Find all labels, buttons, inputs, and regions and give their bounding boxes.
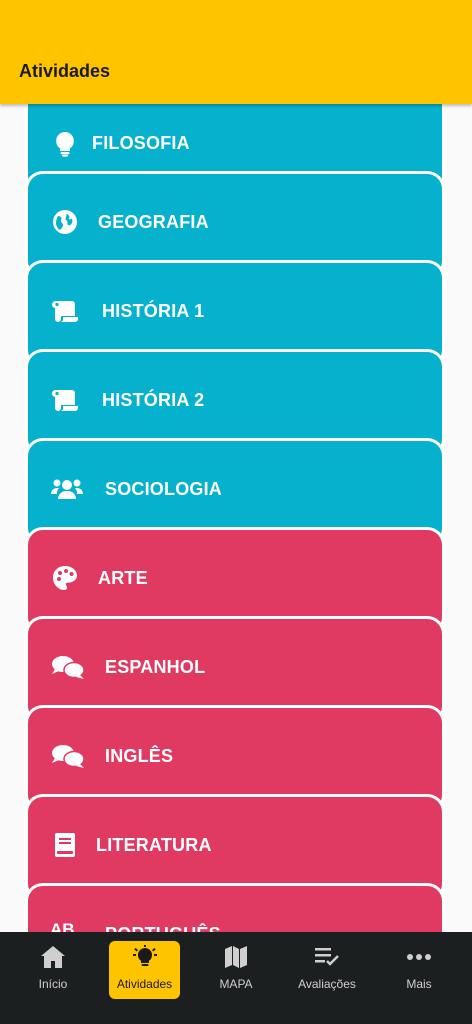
nav-label: MAPA [219, 977, 253, 991]
comments-icon [50, 741, 86, 771]
more-icon [406, 943, 432, 971]
ab-icon-text: AB [50, 920, 75, 932]
app-header: Atividades [0, 0, 472, 104]
subject-list[interactable]: FILOSOFIA GEOGRAFIA HISTÓRIA 1 HISTÓRIA … [0, 104, 472, 932]
bottom-navigation: Início Atividades MAPA Avaliações Mais [0, 932, 472, 1024]
users-icon [50, 474, 84, 504]
subject-label: INGLÊS [105, 746, 174, 766]
scroll-icon [50, 385, 80, 415]
map-icon [224, 943, 248, 971]
nav-label: Atividades [116, 977, 173, 991]
nav-inicio[interactable]: Início [22, 941, 84, 999]
globe-icon [50, 207, 80, 237]
palette-icon [50, 563, 80, 593]
comments-icon [50, 652, 86, 682]
book-icon [50, 830, 80, 860]
subject-label: ARTE [98, 568, 148, 588]
nav-mapa[interactable]: MAPA [205, 941, 267, 999]
nav-mais[interactable]: Mais [388, 941, 450, 999]
subject-label: HISTÓRIA 1 [102, 301, 205, 321]
home-icon [40, 943, 66, 971]
subject-label: HISTÓRIA 2 [102, 390, 205, 410]
subject-label: FILOSOFIA [92, 133, 190, 153]
lightbulb-icon [50, 129, 80, 159]
nav-label: Início [38, 977, 68, 991]
page-title: Atividades [19, 61, 111, 81]
lightbulb-icon [132, 943, 158, 971]
nav-avaliacoes[interactable]: Avaliações [292, 941, 362, 999]
subject-label: LITERATURA [96, 835, 212, 855]
nav-label: Mais [406, 977, 432, 991]
subject-label: GEOGRAFIA [98, 212, 209, 232]
nav-atividades[interactable]: Atividades [109, 941, 180, 999]
ab-icon: AB [50, 915, 80, 932]
scroll-icon [50, 296, 80, 326]
subject-card-portugues[interactable]: AB PORTUGUÊS [25, 883, 445, 932]
subject-label: SOCIOLOGIA [105, 479, 223, 499]
subject-label: ESPANHOL [105, 657, 206, 677]
nav-label: Avaliações [298, 977, 356, 991]
checklist-icon [314, 943, 340, 971]
subject-label: PORTUGUÊS [105, 924, 221, 932]
